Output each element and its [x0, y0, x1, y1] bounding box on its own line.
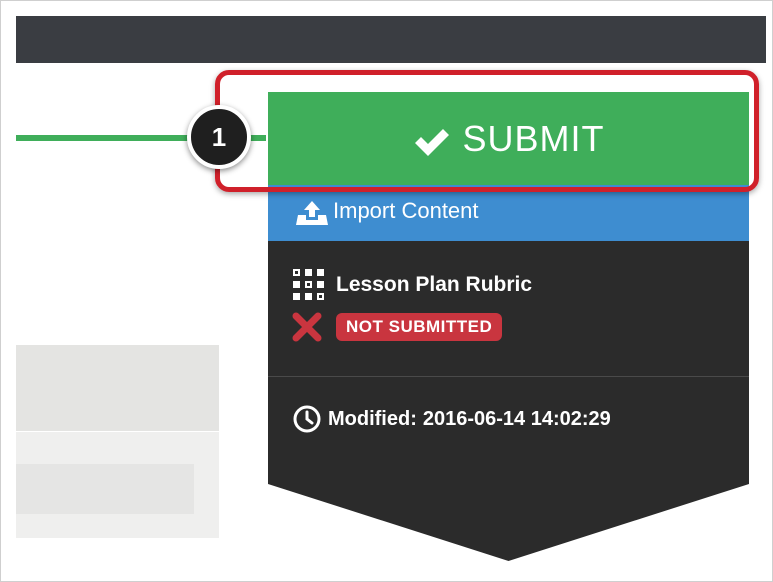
highlight-box [215, 70, 759, 192]
modified-label: Modified: [328, 407, 417, 430]
rubric-item[interactable]: Lesson Plan Rubric [292, 268, 532, 302]
import-content-label: Import Content [333, 198, 479, 223]
rubric-title: Lesson Plan Rubric [336, 273, 533, 296]
clock-icon [293, 405, 321, 433]
import-content-button[interactable]: Import Content [268, 185, 749, 241]
content-field [16, 464, 194, 514]
submission-status: NOT SUBMITTED [292, 312, 503, 342]
modified-info: Modified: 2016-06-14 14:02:29 [292, 404, 611, 434]
top-nav-bar [16, 16, 766, 63]
content-placeholder-block [16, 345, 219, 431]
panel-divider [268, 376, 749, 377]
status-badge: NOT SUBMITTED [336, 313, 503, 341]
grid-icon [293, 269, 324, 300]
modified-timestamp: 2016-06-14 14:02:29 [422, 407, 611, 430]
step-number-badge: 1 [187, 105, 251, 169]
x-icon [292, 312, 322, 342]
upload-tray-icon [296, 201, 328, 225]
